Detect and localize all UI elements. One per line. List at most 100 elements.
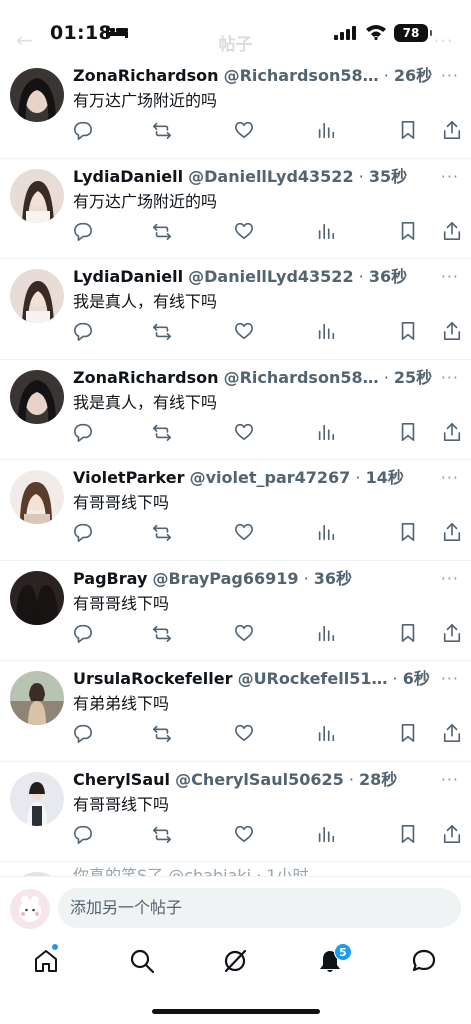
like-icon[interactable]: [234, 522, 256, 544]
avatar[interactable]: [10, 671, 64, 725]
repost-icon[interactable]: [152, 120, 174, 142]
repost-icon[interactable]: [152, 824, 174, 846]
repost-icon[interactable]: [152, 221, 174, 243]
avatar[interactable]: [10, 369, 64, 424]
repost-icon[interactable]: [152, 422, 174, 444]
more-options-icon[interactable]: ···: [441, 267, 459, 286]
avatar[interactable]: [10, 269, 64, 323]
list-item[interactable]: CherylSaul @CherylSaul50625 · 28秒 ··· 有哥哥线…: [0, 762, 471, 862]
repost-icon[interactable]: [152, 723, 174, 745]
avatar[interactable]: [10, 889, 50, 929]
more-options-icon[interactable]: ···: [441, 770, 459, 789]
share-icon[interactable]: [442, 824, 464, 846]
repost-icon[interactable]: [152, 623, 174, 645]
reply-icon[interactable]: [73, 723, 95, 745]
share-icon[interactable]: [442, 120, 464, 142]
author-handle[interactable]: @CherylSaul50625: [175, 770, 344, 789]
author-handle[interactable]: @URockefell51…: [238, 669, 388, 688]
author-name[interactable]: VioletParker: [73, 468, 185, 487]
views-icon[interactable]: [316, 221, 338, 243]
avatar[interactable]: [10, 771, 64, 826]
grok-icon[interactable]: [222, 948, 250, 976]
like-icon[interactable]: [234, 422, 256, 444]
author-handle[interactable]: @Richardson58…: [224, 66, 379, 85]
views-icon[interactable]: [316, 824, 338, 846]
reply-feed[interactable]: ZonaRichardson @Richardson58… · 26秒 ··· 有万…: [0, 58, 471, 876]
author-name[interactable]: LydiaDaniell: [73, 167, 183, 186]
views-icon[interactable]: [316, 321, 338, 343]
views-icon[interactable]: [316, 623, 338, 645]
reply-icon[interactable]: [73, 422, 95, 444]
reply-icon[interactable]: [73, 623, 95, 645]
like-icon[interactable]: [234, 221, 256, 243]
avatar[interactable]: [10, 570, 64, 625]
author-handle[interactable]: @DaniellLyd43522: [188, 167, 353, 186]
reply-input[interactable]: 添加另一个帖子: [58, 888, 461, 928]
list-item[interactable]: UrsulaRockefeller @URockefell51… · 6秒 ···…: [0, 661, 471, 762]
more-options-icon[interactable]: ···: [441, 167, 459, 186]
author-handle[interactable]: @Richardson58…: [224, 368, 379, 387]
views-icon[interactable]: [316, 522, 338, 544]
reply-icon[interactable]: [73, 120, 95, 142]
author-handle[interactable]: @violet_par47267: [190, 468, 351, 487]
bookmark-icon[interactable]: [398, 321, 420, 343]
bookmark-icon[interactable]: [398, 623, 420, 645]
like-icon[interactable]: [234, 824, 256, 846]
list-item[interactable]: ZonaRichardson @Richardson58… · 25秒 ··· 我是…: [0, 360, 471, 460]
more-options-icon[interactable]: ···: [441, 368, 459, 387]
author-handle[interactable]: @BrayPag66919: [152, 569, 298, 588]
views-icon[interactable]: [316, 723, 338, 745]
bookmark-icon[interactable]: [398, 723, 420, 745]
repost-icon[interactable]: [152, 321, 174, 343]
author-name[interactable]: UrsulaRockefeller: [73, 669, 232, 688]
share-icon[interactable]: [442, 723, 464, 745]
share-icon[interactable]: [442, 422, 464, 444]
author-name[interactable]: ZonaRichardson: [73, 66, 219, 85]
list-item[interactable]: 你真的笑S了 @chabiaki · 1小时: [0, 862, 471, 876]
bookmark-icon[interactable]: [398, 120, 420, 142]
like-icon[interactable]: [234, 723, 256, 745]
more-options-icon[interactable]: ···: [441, 569, 459, 588]
list-item[interactable]: ZonaRichardson @Richardson58… · 26秒 ··· 有万…: [0, 58, 471, 159]
search-icon[interactable]: [129, 948, 157, 976]
post-header: UrsulaRockefeller @URockefell51… · 6秒: [73, 669, 433, 689]
author-name[interactable]: PagBray: [73, 569, 147, 588]
bookmark-icon[interactable]: [398, 522, 420, 544]
reply-icon[interactable]: [73, 522, 95, 544]
author-handle[interactable]: @DaniellLyd43522: [188, 267, 353, 286]
list-item[interactable]: PagBray @BrayPag66919 · 36秒 ··· 有哥哥线下吗: [0, 561, 471, 661]
post-timestamp: 14秒: [365, 468, 404, 487]
list-item[interactable]: LydiaDaniell @DaniellLyd43522 · 35秒 ··· 有万…: [0, 159, 471, 259]
author-name[interactable]: CherylSaul: [73, 770, 170, 789]
bookmark-icon[interactable]: [398, 221, 420, 243]
post-text: 我是真人，有线下吗: [73, 292, 218, 311]
bookmark-icon[interactable]: [398, 824, 420, 846]
repost-icon[interactable]: [152, 522, 174, 544]
home-icon[interactable]: [33, 948, 61, 976]
more-icon[interactable]: ⋯: [433, 28, 453, 52]
bookmark-icon[interactable]: [398, 422, 420, 444]
views-icon[interactable]: [316, 422, 338, 444]
avatar[interactable]: [10, 168, 64, 223]
list-item[interactable]: LydiaDaniell @DaniellLyd43522 · 36秒 ··· 我是…: [0, 259, 471, 360]
reply-icon[interactable]: [73, 321, 95, 343]
reply-icon[interactable]: [73, 221, 95, 243]
reply-icon[interactable]: [73, 824, 95, 846]
avatar[interactable]: [10, 68, 64, 122]
more-options-icon[interactable]: ···: [441, 66, 459, 85]
more-options-icon[interactable]: ···: [441, 669, 459, 688]
like-icon[interactable]: [234, 321, 256, 343]
list-item[interactable]: VioletParker @violet_par47267 · 14秒 ··· 有哥…: [0, 460, 471, 561]
like-icon[interactable]: [234, 623, 256, 645]
share-icon[interactable]: [442, 221, 464, 243]
more-options-icon[interactable]: ···: [441, 468, 459, 487]
views-icon[interactable]: [316, 120, 338, 142]
like-icon[interactable]: [234, 120, 256, 142]
share-icon[interactable]: [442, 522, 464, 544]
share-icon[interactable]: [442, 623, 464, 645]
author-name[interactable]: LydiaDaniell: [73, 267, 183, 286]
author-name[interactable]: ZonaRichardson: [73, 368, 219, 387]
avatar[interactable]: [10, 470, 64, 524]
messages-icon[interactable]: [411, 948, 439, 976]
share-icon[interactable]: [442, 321, 464, 343]
